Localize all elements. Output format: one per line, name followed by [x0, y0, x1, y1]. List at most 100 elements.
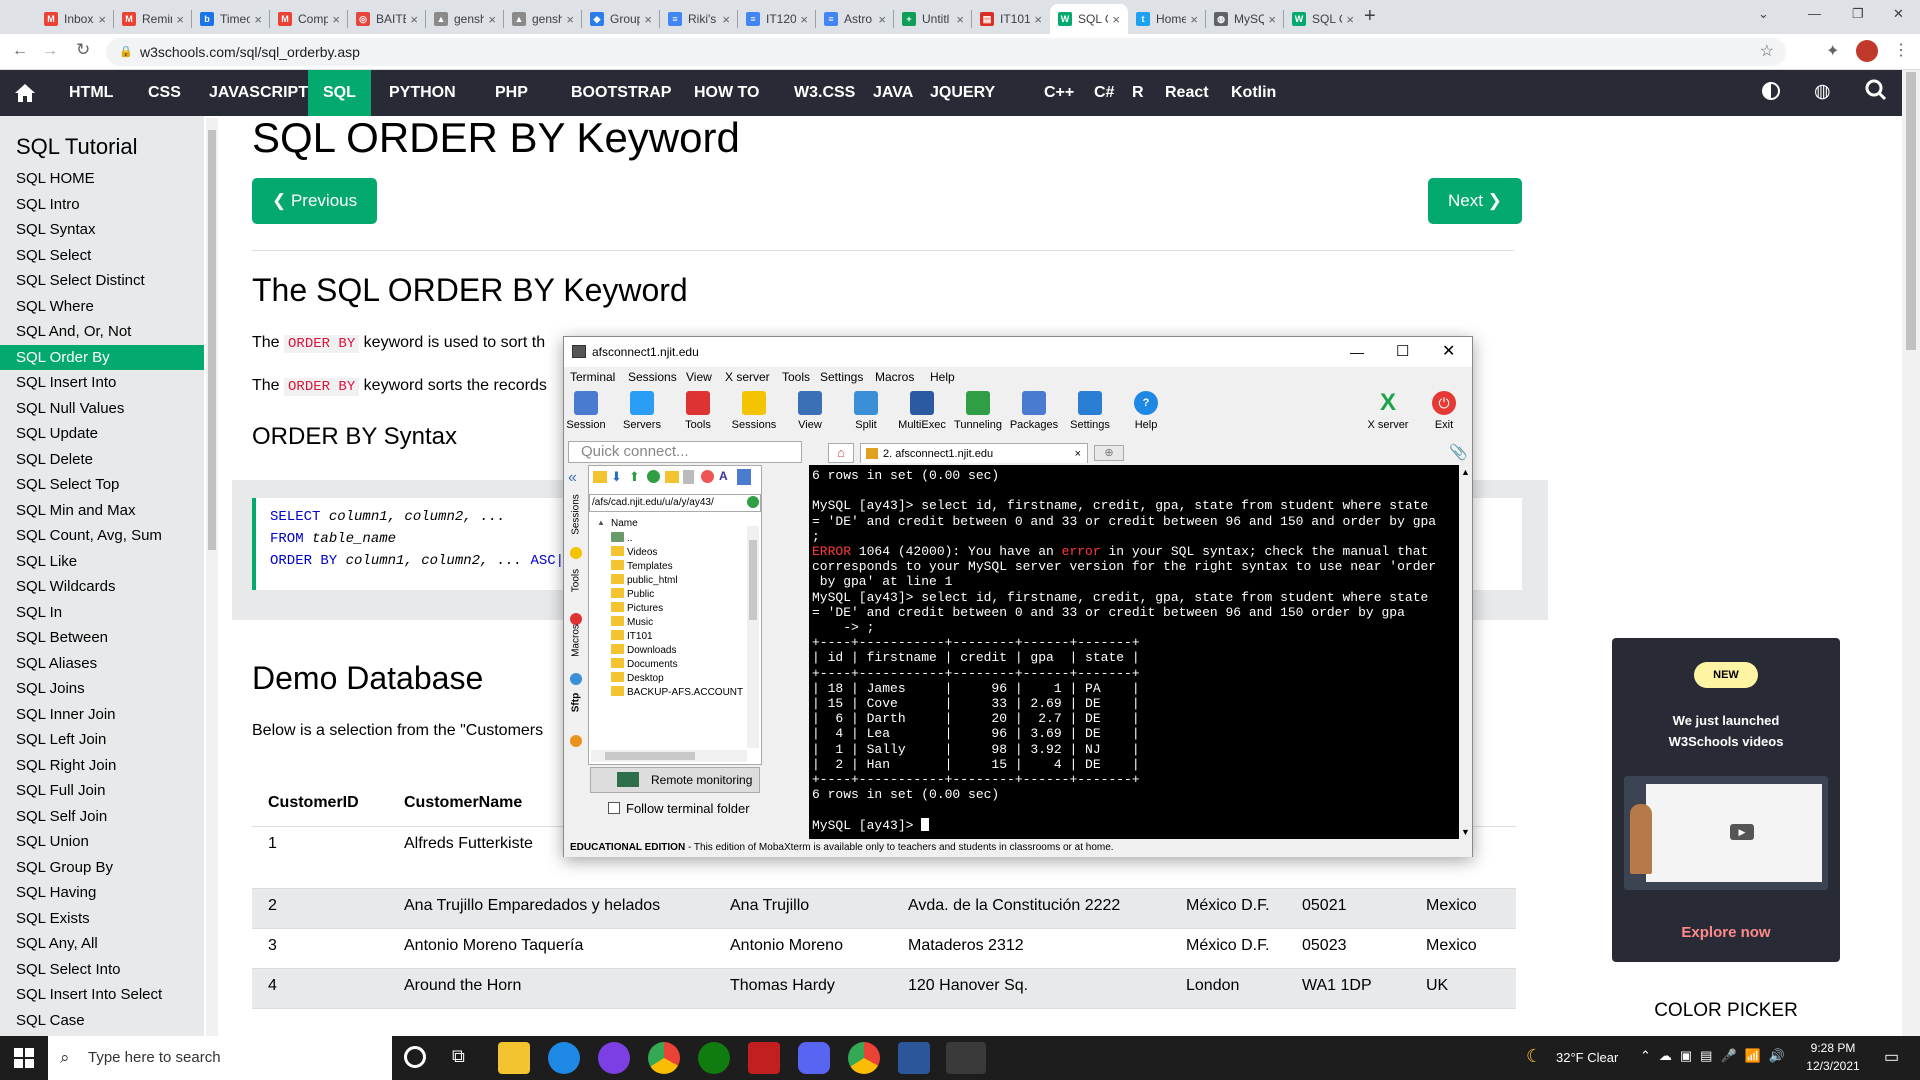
- tab-close-icon[interactable]: ×: [644, 12, 652, 27]
- file-row[interactable]: Music: [611, 616, 653, 630]
- sidebar-item-sql-select-top[interactable]: SQL Select Top: [0, 472, 204, 498]
- vtab-sessions[interactable]: Sessions: [571, 493, 582, 537]
- nav-item-jquery[interactable]: JQUERY: [915, 70, 1010, 116]
- reload-icon[interactable]: ↻: [76, 40, 90, 60]
- maximize-icon[interactable]: ☐: [1396, 337, 1409, 367]
- xbox-icon[interactable]: [698, 1042, 730, 1074]
- file-row[interactable]: Videos: [611, 546, 657, 560]
- follow-folder-checkbox[interactable]: Follow terminal folder: [608, 801, 750, 816]
- session-button[interactable]: Session: [558, 389, 614, 439]
- file-row[interactable]: Downloads: [611, 644, 676, 658]
- nav-item-php[interactable]: PHP: [480, 70, 543, 116]
- chevron-down-icon[interactable]: ⌄: [1758, 6, 1769, 22]
- globe-icon[interactable]: ◍: [1814, 80, 1831, 103]
- browser-tab[interactable]: M Comp ×: [270, 4, 348, 34]
- nav-item-python[interactable]: PYTHON: [374, 70, 471, 116]
- browser-tab[interactable]: W SQL C ×: [1050, 4, 1128, 34]
- sidebar-item-sql-union[interactable]: SQL Union: [0, 829, 204, 855]
- sidebar-item-sql-syntax[interactable]: SQL Syntax: [0, 217, 204, 243]
- nav-item-css[interactable]: CSS: [133, 70, 196, 116]
- tab-close-icon[interactable]: ×: [1075, 444, 1081, 464]
- tab-close-icon[interactable]: ×: [410, 12, 418, 27]
- tab-close-icon[interactable]: ×: [800, 12, 808, 27]
- sftp-scrollbar[interactable]: [747, 526, 759, 748]
- sidebar-item-sql-exists[interactable]: SQL Exists: [0, 906, 204, 932]
- sftp-h-scrollbar[interactable]: [591, 750, 747, 762]
- extensions-icon[interactable]: ✦: [1826, 41, 1839, 61]
- game-icon[interactable]: [748, 1042, 780, 1074]
- sidebar-item-sql-between[interactable]: SQL Between: [0, 625, 204, 651]
- sidebar-item-sql-case[interactable]: SQL Case: [0, 1008, 204, 1034]
- sidebar-item-sql-group-by[interactable]: SQL Group By: [0, 855, 204, 881]
- mobaxterm-taskbar-icon[interactable]: [946, 1042, 986, 1074]
- menu-view[interactable]: View: [686, 370, 712, 384]
- menu-macros[interactable]: Macros: [875, 370, 914, 384]
- file-row[interactable]: Templates: [611, 560, 673, 574]
- menu-tools[interactable]: Tools: [782, 370, 810, 384]
- close-icon[interactable]: ✕: [1442, 337, 1455, 367]
- tab-close-icon[interactable]: ×: [98, 12, 106, 27]
- system-tray-icons[interactable]: ⌃☁▣▤🎤📶🔊: [1640, 1048, 1793, 1064]
- nav-item-sql[interactable]: SQL: [308, 70, 371, 116]
- app-icon[interactable]: [598, 1042, 630, 1074]
- home-tab-icon[interactable]: ⌂: [828, 443, 854, 463]
- sessions-button[interactable]: Sessions: [726, 389, 782, 439]
- tab-close-icon[interactable]: ×: [1346, 12, 1354, 27]
- sidebar-item-sql-null-values[interactable]: SQL Null Values: [0, 396, 204, 422]
- session-tab[interactable]: 2. afsconnect1.njit.edu ×: [860, 443, 1088, 463]
- windows-start-icon[interactable]: [14, 1048, 34, 1073]
- nav-item-html[interactable]: HTML: [54, 70, 128, 116]
- browser-tab[interactable]: ◆ Group ×: [582, 4, 660, 34]
- cortana-icon[interactable]: [404, 1046, 426, 1068]
- discord-icon[interactable]: [798, 1042, 830, 1074]
- sidebar-item-sql-full-join[interactable]: SQL Full Join: [0, 778, 204, 804]
- clock-date[interactable]: 12/3/2021: [1802, 1059, 1864, 1073]
- sidebar-item-sql-delete[interactable]: SQL Delete: [0, 447, 204, 473]
- browser-tab[interactable]: ▲ gensh ×: [504, 4, 582, 34]
- tab-close-icon[interactable]: ×: [1268, 12, 1276, 27]
- nav-item-javascript[interactable]: JAVASCRIPT: [194, 70, 323, 116]
- packages-button[interactable]: Packages: [1006, 389, 1062, 439]
- browser-tab[interactable]: ◎ BAITE ×: [348, 4, 426, 34]
- tab-close-icon[interactable]: ×: [1190, 12, 1198, 27]
- taskbar-search-input[interactable]: ⌕ Type here to search: [48, 1036, 392, 1080]
- nav-item-react[interactable]: React: [1150, 70, 1224, 116]
- tab-close-icon[interactable]: ×: [176, 12, 184, 27]
- sidebar-item-sql-any-all[interactable]: SQL Any, All: [0, 931, 204, 957]
- sidebar-item-sql-select-distinct[interactable]: SQL Select Distinct: [0, 268, 204, 294]
- page-scroll-thumb[interactable]: [1906, 72, 1916, 350]
- sidebar-scroll-thumb[interactable]: [208, 130, 216, 550]
- browser-tab[interactable]: b Timeo ×: [192, 4, 270, 34]
- search-icon[interactable]: [1865, 79, 1887, 106]
- settings-button[interactable]: Settings: [1062, 389, 1118, 439]
- tools-button[interactable]: Tools: [670, 389, 726, 439]
- split-button[interactable]: Split: [838, 389, 894, 439]
- tab-close-icon[interactable]: ×: [1034, 12, 1042, 27]
- tab-close-icon[interactable]: ×: [254, 12, 262, 27]
- attachment-icon[interactable]: 📎: [1449, 443, 1468, 461]
- menu-settings[interactable]: Settings: [820, 370, 863, 384]
- close-window-icon[interactable]: ✕: [1893, 6, 1904, 22]
- sidebar-item-sql-intro[interactable]: SQL Intro: [0, 192, 204, 218]
- browser-tab[interactable]: ≡ Riki's ×: [660, 4, 738, 34]
- browser-tab[interactable]: ≡ IT120 ×: [738, 4, 816, 34]
- sidebar-item-sql-joins[interactable]: SQL Joins: [0, 676, 204, 702]
- forward-icon[interactable]: →: [42, 42, 58, 60]
- browser-tab[interactable]: M Inbox ×: [36, 4, 114, 34]
- sidebar-item-sql-inner-join[interactable]: SQL Inner Join: [0, 702, 204, 728]
- tab-close-icon[interactable]: ×: [332, 12, 340, 27]
- dark-mode-icon[interactable]: [1762, 82, 1780, 100]
- sidebar-item-sql-having[interactable]: SQL Having: [0, 880, 204, 906]
- sidebar-item-sql-left-join[interactable]: SQL Left Join: [0, 727, 204, 753]
- mobaxterm-window[interactable]: afsconnect1.njit.edu — ☐ ✕ Terminal Sessi…: [563, 336, 1473, 857]
- avatar[interactable]: [1856, 40, 1878, 62]
- collapse-icon[interactable]: «: [568, 469, 577, 487]
- tab-close-icon[interactable]: ×: [878, 12, 886, 27]
- sidebar-item-sql-order-by[interactable]: SQL Order By: [0, 344, 204, 370]
- browser-tab[interactable]: t Home ×: [1128, 4, 1206, 34]
- file-row[interactable]: ..: [611, 532, 633, 546]
- chrome-active-icon[interactable]: [848, 1042, 880, 1074]
- tab-close-icon[interactable]: ×: [488, 12, 496, 27]
- sidebar-item-sql-min-and-max[interactable]: SQL Min and Max: [0, 498, 204, 524]
- terminal-output[interactable]: 6 rows in set (0.00 sec) MySQL [ay43]> se…: [809, 465, 1471, 839]
